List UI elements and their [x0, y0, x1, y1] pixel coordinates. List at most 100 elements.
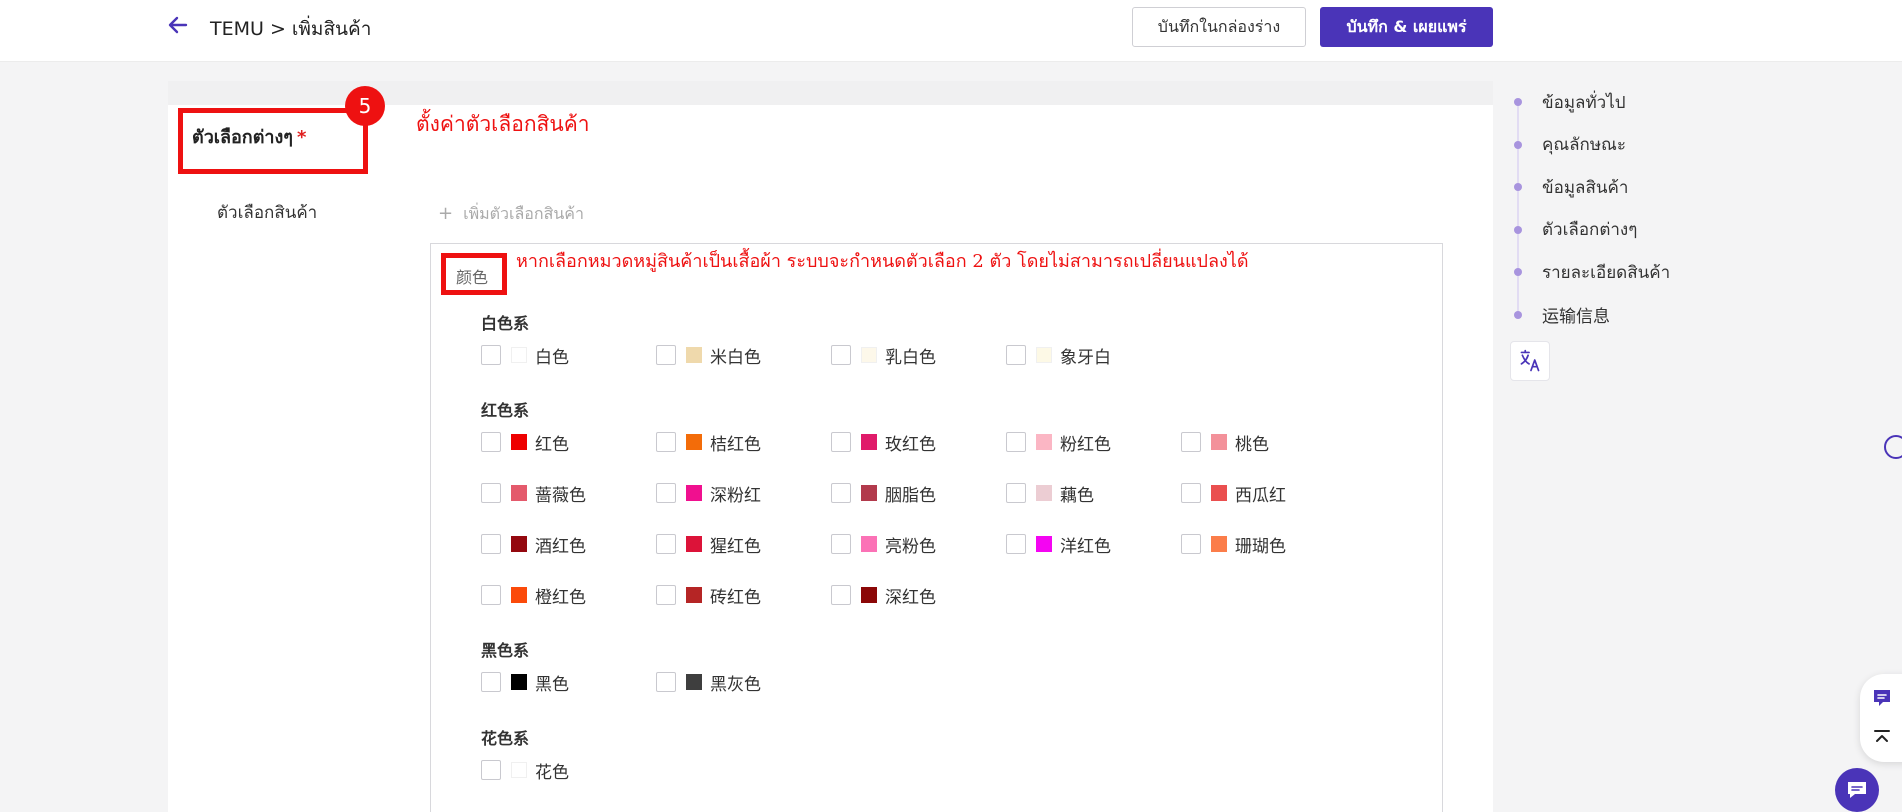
scroll-top-icon[interactable]	[1870, 726, 1894, 750]
color-swatch	[686, 434, 702, 450]
side-nav-item[interactable]: ข้อมูลสินค้า	[1514, 175, 1628, 199]
color-option[interactable]: 珊瑚色	[1181, 533, 1286, 557]
color-swatch	[511, 674, 527, 690]
color-option[interactable]: 米白色	[656, 344, 761, 368]
side-nav-item[interactable]: ข้อมูลทั่วไป	[1514, 90, 1626, 114]
annotation-title: ตั้งค่าตัวเลือกสินค้า	[416, 112, 590, 136]
color-checkbox[interactable]	[481, 534, 501, 554]
nav-dot-icon	[1514, 225, 1522, 234]
color-checkbox[interactable]	[656, 585, 676, 605]
color-checkbox[interactable]	[481, 672, 501, 692]
color-checkbox[interactable]	[831, 483, 851, 503]
color-option[interactable]: 砖红色	[656, 584, 761, 608]
section-title-text: ตัวเลือกต่างๆ	[192, 127, 293, 148]
nav-dot-icon	[1514, 98, 1522, 106]
required-mark: *	[296, 127, 307, 148]
color-option[interactable]: 洋红色	[1006, 533, 1111, 557]
add-option-label: เพิ่มตัวเลือกสินค้า	[463, 204, 584, 223]
feedback-icon[interactable]	[1870, 686, 1894, 710]
color-option-label: 花色	[535, 762, 569, 783]
color-checkbox[interactable]	[1006, 345, 1026, 365]
color-checkbox[interactable]	[481, 483, 501, 503]
color-swatch	[511, 485, 527, 501]
color-checkbox[interactable]	[831, 534, 851, 554]
color-swatch	[1211, 485, 1227, 501]
save-draft-button[interactable]: บันทึกในกล่องร่าง	[1132, 7, 1306, 47]
product-options-label: ตัวเลือกสินค้า	[217, 203, 318, 223]
side-nav-label: รายละเอียดสินค้า	[1542, 262, 1671, 283]
color-option[interactable]: 玫红色	[831, 431, 936, 455]
color-option[interactable]: 黑色	[481, 671, 569, 695]
color-checkbox[interactable]	[481, 432, 501, 452]
color-checkbox[interactable]	[656, 672, 676, 692]
chat-button[interactable]	[1835, 768, 1879, 812]
save-publish-button[interactable]: บันทึก & เผยแพร่	[1320, 7, 1493, 47]
color-option[interactable]: 深红色	[831, 584, 936, 608]
floating-tools	[1860, 674, 1902, 762]
color-option[interactable]: 桃色	[1181, 431, 1269, 455]
color-checkbox[interactable]	[1181, 534, 1201, 554]
side-nav-item[interactable]: 运输信息	[1514, 303, 1610, 327]
breadcrumb[interactable]: TEMU > เพิ่มสินค้า	[210, 14, 371, 44]
color-option[interactable]: 深粉红	[656, 482, 761, 506]
color-swatch	[511, 587, 527, 603]
color-option[interactable]: 酒红色	[481, 533, 586, 557]
color-checkbox[interactable]	[656, 483, 676, 503]
color-option[interactable]: 黑灰色	[656, 671, 761, 695]
color-checkbox[interactable]	[481, 760, 501, 780]
color-option[interactable]: 花色	[481, 759, 569, 783]
color-option-label: 乳白色	[885, 347, 936, 368]
color-option-label: 红色	[535, 434, 569, 455]
color-option-label: 深粉红	[710, 485, 761, 506]
color-swatch	[1211, 434, 1227, 450]
color-checkbox[interactable]	[656, 534, 676, 554]
side-nav-item[interactable]: ตัวเลือกต่างๆ	[1514, 218, 1637, 242]
color-option[interactable]: 橙红色	[481, 584, 586, 608]
color-checkbox[interactable]	[831, 345, 851, 365]
color-option-label: 玫红色	[885, 434, 936, 455]
back-arrow-icon[interactable]	[166, 13, 190, 37]
color-checkbox[interactable]	[1181, 432, 1201, 452]
color-checkbox[interactable]	[1181, 483, 1201, 503]
nav-dot-icon	[1514, 310, 1522, 319]
translate-button[interactable]	[1510, 341, 1550, 381]
color-option[interactable]: 西瓜红	[1181, 482, 1286, 506]
color-option-label: 黑色	[535, 674, 569, 695]
side-nav-item[interactable]: รายละเอียดสินค้า	[1514, 260, 1670, 284]
color-option-label: 米白色	[710, 347, 761, 368]
color-option-label: 酒红色	[535, 536, 586, 557]
color-option[interactable]: 胭脂色	[831, 482, 936, 506]
color-option[interactable]: 亮粉色	[831, 533, 936, 557]
color-option-label: 橙红色	[535, 587, 586, 608]
plus-icon: +	[438, 203, 454, 224]
color-option[interactable]: 粉红色	[1006, 431, 1111, 455]
nav-dot-icon	[1514, 268, 1522, 276]
color-option[interactable]: 红色	[481, 431, 569, 455]
side-nav-label: คุณลักษณะ	[1542, 135, 1626, 155]
color-option-label: 洋红色	[1060, 536, 1111, 557]
color-swatch	[686, 485, 702, 501]
side-nav-item[interactable]: คุณลักษณะ	[1514, 133, 1626, 157]
color-option-label: 猩红色	[710, 536, 761, 557]
color-checkbox[interactable]	[481, 585, 501, 605]
color-swatch	[861, 536, 877, 552]
color-checkbox[interactable]	[656, 432, 676, 452]
color-swatch	[1036, 536, 1052, 552]
color-option[interactable]: 藕色	[1006, 482, 1094, 506]
color-swatch	[861, 434, 877, 450]
color-checkbox[interactable]	[831, 585, 851, 605]
color-option[interactable]: 猩红色	[656, 533, 761, 557]
step-number-badge: 5	[345, 86, 385, 126]
color-option[interactable]: 蔷薇色	[481, 482, 586, 506]
color-option[interactable]: 乳白色	[831, 344, 936, 368]
color-option[interactable]: 象牙白	[1006, 344, 1111, 368]
color-option[interactable]: 桔红色	[656, 431, 761, 455]
add-product-option-button[interactable]: + เพิ่มตัวเลือกสินค้า	[438, 202, 584, 227]
color-checkbox[interactable]	[831, 432, 851, 452]
color-checkbox[interactable]	[1006, 483, 1026, 503]
color-checkbox[interactable]	[656, 345, 676, 365]
color-checkbox[interactable]	[1006, 432, 1026, 452]
color-checkbox[interactable]	[481, 345, 501, 365]
color-checkbox[interactable]	[1006, 534, 1026, 554]
color-option[interactable]: 白色	[481, 344, 569, 368]
